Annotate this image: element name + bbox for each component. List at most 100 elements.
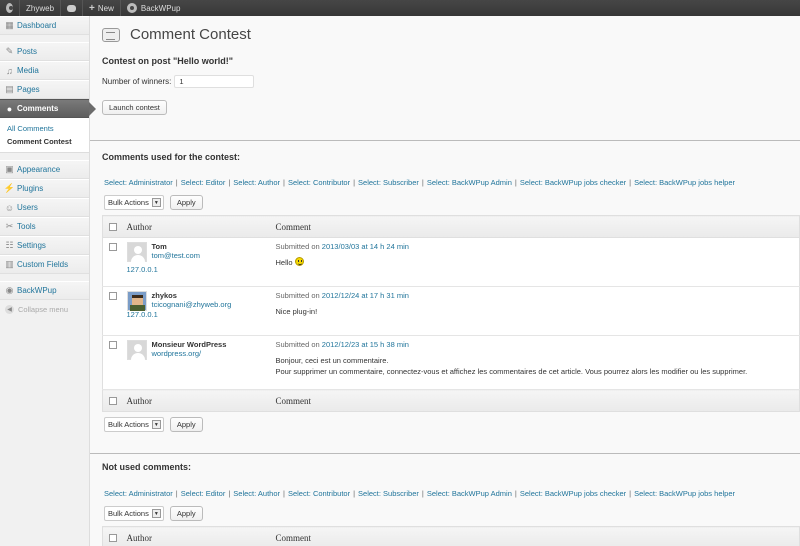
chevron-down-icon: ▼ (151, 420, 161, 429)
author-email[interactable]: tom@test.com (152, 251, 200, 260)
select-all-checkbox[interactable] (109, 223, 117, 232)
submenu-all-comments[interactable]: All Comments (7, 122, 89, 135)
row-checkbox[interactable] (109, 243, 117, 251)
menu-item-settings[interactable]: ☷ Settings (0, 236, 89, 255)
page-title: Comment Contest (130, 26, 251, 43)
pages-icon: ▤ (5, 84, 14, 94)
main-content: Comment Contest Contest on post "Hello w… (90, 16, 800, 546)
row-checkbox[interactable] (109, 341, 117, 349)
used-comments-table: Author Comment Tom tom@test.com 127.0.0.… (102, 215, 800, 412)
plus-icon: + (89, 2, 95, 14)
author-email[interactable]: tcicognani@zhyweb.org (152, 300, 232, 309)
column-author[interactable]: Author (126, 215, 276, 238)
filter-author[interactable]: Select: Author (233, 489, 280, 498)
column-author[interactable]: Author (126, 526, 276, 546)
menu-item-appearance[interactable]: ▣ Appearance (0, 160, 89, 179)
bulk-actions-bottom: Bulk Actions ▼ Apply (104, 417, 203, 432)
site-name-label: Zhyweb (26, 3, 55, 13)
menu-item-comments[interactable]: ● Comments (0, 99, 96, 118)
collapse-menu-button[interactable]: ◀ Collapse menu (0, 300, 89, 318)
divider (90, 453, 800, 454)
comment-date-link[interactable]: 2013/03/03 at 14 h 24 min (322, 242, 409, 251)
submitted-label: Submitted on (275, 340, 320, 349)
table-row: Tom tom@test.com 127.0.0.1 Submitted on … (102, 237, 800, 287)
apply-button[interactable]: Apply (169, 506, 203, 521)
comment-date-link[interactable]: 2012/12/24 at 17 h 31 min (322, 291, 409, 300)
author-name: zhykos (151, 291, 177, 300)
backwpup-label: BackWPup (140, 3, 181, 13)
comment-text: Hello (275, 258, 293, 267)
filter-editor[interactable]: Select: Editor (181, 178, 226, 187)
column-author-footer[interactable]: Author (126, 389, 276, 412)
launch-contest-button[interactable]: Launch contest (102, 100, 167, 115)
filter-author[interactable]: Select: Author (233, 178, 280, 187)
filter-subscriber[interactable]: Select: Subscriber (358, 489, 419, 498)
plugins-icon: ⚡ (3, 183, 16, 193)
menu-item-custom-fields[interactable]: ▥ Custom Fields (0, 255, 89, 274)
table-row: zhykos tcicognani@zhyweb.org 127.0.0.1 S… (102, 286, 800, 336)
filter-administrator[interactable]: Select: Administrator (104, 178, 173, 187)
menu-item-media[interactable]: ♫ Media (0, 61, 89, 80)
backwpup-adminbar-link[interactable]: BackWPup (121, 0, 187, 16)
column-comment: Comment (275, 215, 800, 238)
divider (90, 140, 800, 141)
bulk-actions-select[interactable]: Bulk Actions ▼ (104, 506, 164, 521)
author-name: Tom (151, 242, 167, 251)
filter-backwpup-admin[interactable]: Select: BackWPup Admin (427, 178, 512, 187)
author-url[interactable]: wordpress.org/ (152, 349, 227, 358)
menu-item-plugins[interactable]: ⚡ Plugins (0, 179, 89, 198)
filter-backwpup-admin[interactable]: Select: BackWPup Admin (427, 489, 512, 498)
avatar (126, 340, 147, 360)
submitted-label: Submitted on (275, 242, 320, 251)
chevron-down-icon: ▼ (151, 509, 161, 518)
submenu-comment-contest[interactable]: Comment Contest (7, 135, 89, 148)
backwpup-menu-icon: ◉ (5, 285, 14, 295)
filter-contributor[interactable]: Select: Contributor (288, 178, 350, 187)
menu-item-pages[interactable]: ▤ Pages (0, 80, 89, 99)
select-all-checkbox[interactable] (109, 534, 117, 543)
menu-item-dashboard[interactable]: ▦ Dashboard (0, 16, 89, 35)
bulk-actions-top: Bulk Actions ▼ Apply (104, 195, 203, 210)
used-comments-heading: Comments used for the contest: (102, 152, 241, 162)
filter-editor[interactable]: Select: Editor (181, 489, 226, 498)
comments-bubble-icon[interactable] (61, 0, 84, 16)
menu-item-tools[interactable]: ✂ Tools (0, 217, 89, 236)
column-comment-footer: Comment (275, 389, 800, 412)
role-filters: Select: Administrator | Select: Editor | Sel… (104, 178, 735, 187)
row-checkbox[interactable] (109, 292, 117, 300)
custom-fields-icon: ▥ (5, 259, 14, 269)
filter-subscriber[interactable]: Select: Subscriber (358, 178, 419, 187)
contest-heading: Contest on post "Hello world!" (102, 56, 234, 66)
comment-text: Bonjour, ceci est un commentaire. (275, 356, 389, 365)
filter-backwpup-helper[interactable]: Select: BackWPup jobs helper (634, 489, 735, 498)
new-content-button[interactable]: + New (83, 0, 121, 16)
menu-item-backwpup[interactable]: ◉ BackWPup (0, 281, 89, 300)
author-ip[interactable]: 127.0.0.1 (127, 310, 276, 319)
filter-backwpup-checker[interactable]: Select: BackWPup jobs checker (520, 489, 626, 498)
site-name-link[interactable]: Zhyweb (20, 0, 62, 16)
not-used-comments-heading: Not used comments: (102, 462, 192, 472)
author-ip[interactable]: 127.0.0.1 (127, 265, 276, 274)
filter-backwpup-helper[interactable]: Select: BackWPup jobs helper (634, 178, 735, 187)
users-icon: ☺ (4, 202, 15, 213)
menu-item-users[interactable]: ☺ Users (0, 198, 89, 217)
comment-date-link[interactable]: 2012/12/23 at 15 h 38 min (322, 340, 409, 349)
filter-backwpup-checker[interactable]: Select: BackWPup jobs checker (520, 178, 626, 187)
winners-label: Number of winners: (102, 77, 172, 86)
chevron-down-icon: ▼ (151, 198, 161, 207)
collapse-arrow-icon: ◀ (5, 304, 14, 314)
submitted-label: Submitted on (275, 291, 320, 300)
author-name: Monsieur WordPress (151, 340, 227, 349)
wordpress-logo-icon[interactable] (0, 0, 20, 16)
admin-bar: Zhyweb + New BackWPup (0, 0, 800, 16)
apply-button[interactable]: Apply (169, 417, 203, 432)
bulk-actions-select[interactable]: Bulk Actions ▼ (104, 417, 164, 432)
apply-button[interactable]: Apply (169, 195, 203, 210)
menu-item-posts[interactable]: ✎ Posts (0, 42, 89, 61)
pin-icon: ✎ (5, 46, 14, 56)
filter-contributor[interactable]: Select: Contributor (288, 489, 350, 498)
bulk-actions-select[interactable]: Bulk Actions ▼ (104, 195, 164, 210)
filter-administrator[interactable]: Select: Administrator (104, 489, 173, 498)
select-all-checkbox-footer[interactable] (109, 397, 117, 406)
winners-input[interactable] (174, 75, 255, 88)
